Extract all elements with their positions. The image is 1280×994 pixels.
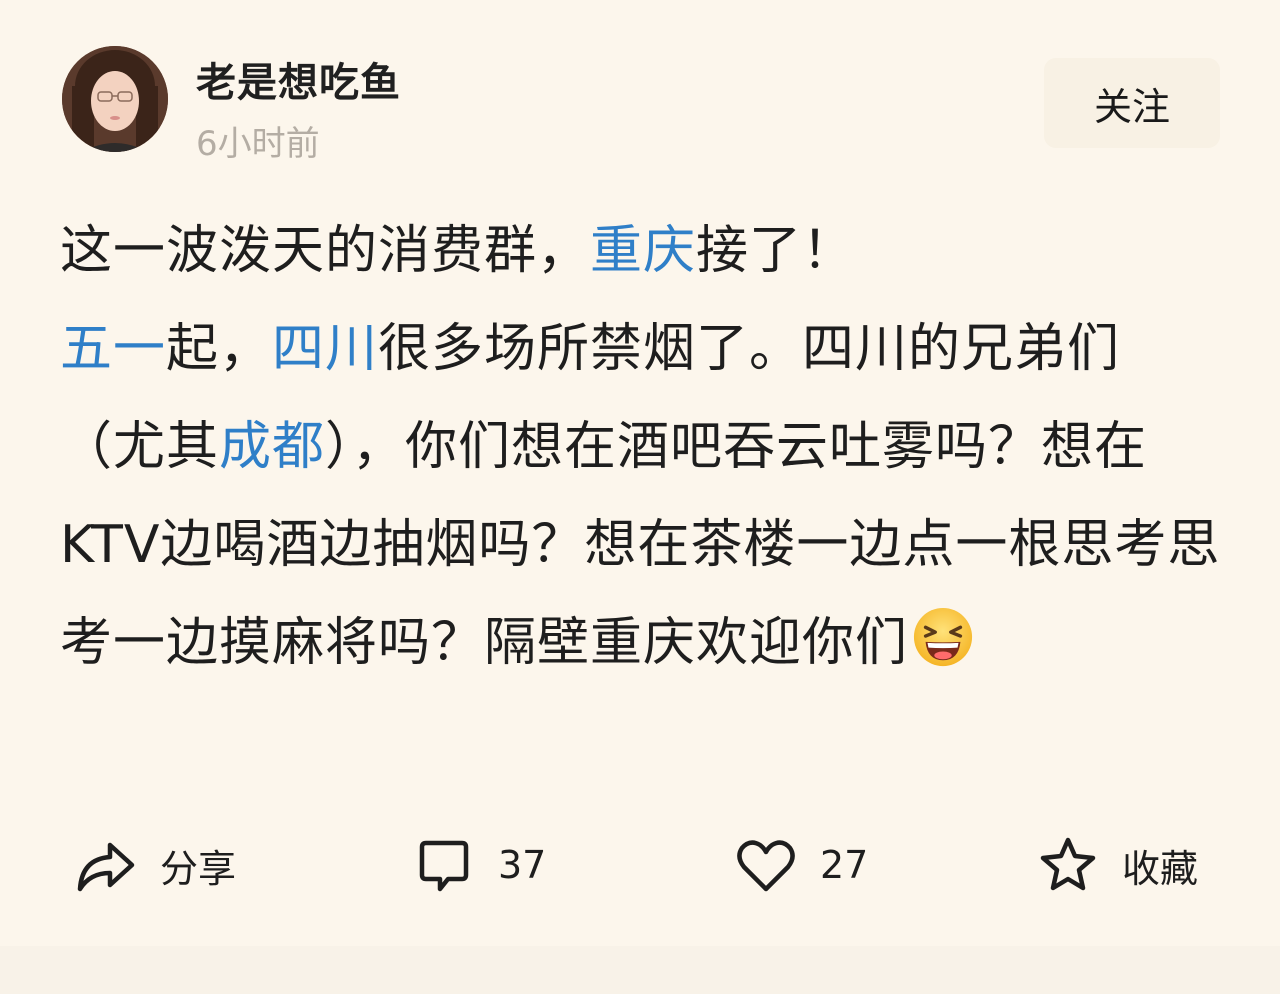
comment-icon (419, 840, 469, 892)
avatar-photo-icon (62, 46, 168, 152)
grinning-squinting-face-icon (913, 607, 973, 667)
follow-button[interactable]: 关注 (1044, 58, 1220, 148)
post-header: 老是想吃鱼 6小时前 关注 (62, 46, 1222, 164)
topic-link-sichuan[interactable]: 四川 (272, 319, 378, 379)
post-content: 这一波泼天的消费群，重庆接了！ 五一起，四川很多场所禁烟了。四川的兄弟们（尤其成… (60, 202, 1224, 692)
share-button[interactable]: 分享 (74, 820, 236, 910)
content-text: 起， (166, 319, 273, 379)
share-label: 分享 (160, 846, 237, 891)
post-paragraph-1: 这一波泼天的消费群，重庆接了！ (60, 202, 1224, 300)
topic-link-chongqing[interactable]: 重庆 (590, 221, 696, 281)
post-time: 6小时前 (196, 124, 320, 164)
topic-link-chengdu[interactable]: 成都 (219, 417, 325, 477)
star-icon (1040, 837, 1096, 891)
comment-button[interactable]: 37 (412, 820, 546, 910)
like-button[interactable]: 27 (734, 820, 868, 910)
content-text: 这一波泼天的消费群， (60, 221, 591, 281)
topic-link-wuyi[interactable]: 五一 (60, 319, 166, 379)
heart-icon (737, 840, 795, 892)
favorite-label: 收藏 (1122, 846, 1199, 891)
author-name[interactable]: 老是想吃鱼 (196, 50, 401, 108)
bottom-divider (0, 946, 1280, 994)
share-icon (77, 842, 135, 892)
favorite-button[interactable]: 收藏 (1036, 820, 1198, 910)
content-text: 接了！ (696, 221, 856, 281)
author-avatar[interactable] (62, 46, 168, 152)
like-count: 27 (820, 843, 869, 887)
comment-count: 37 (498, 843, 547, 887)
post-paragraph-2: 五一起，四川很多场所禁烟了。四川的兄弟们（尤其成都），你们想在酒吧吞云吐雾吗？想… (60, 300, 1224, 692)
action-bar: 分享 37 27 收藏 (0, 820, 1280, 910)
